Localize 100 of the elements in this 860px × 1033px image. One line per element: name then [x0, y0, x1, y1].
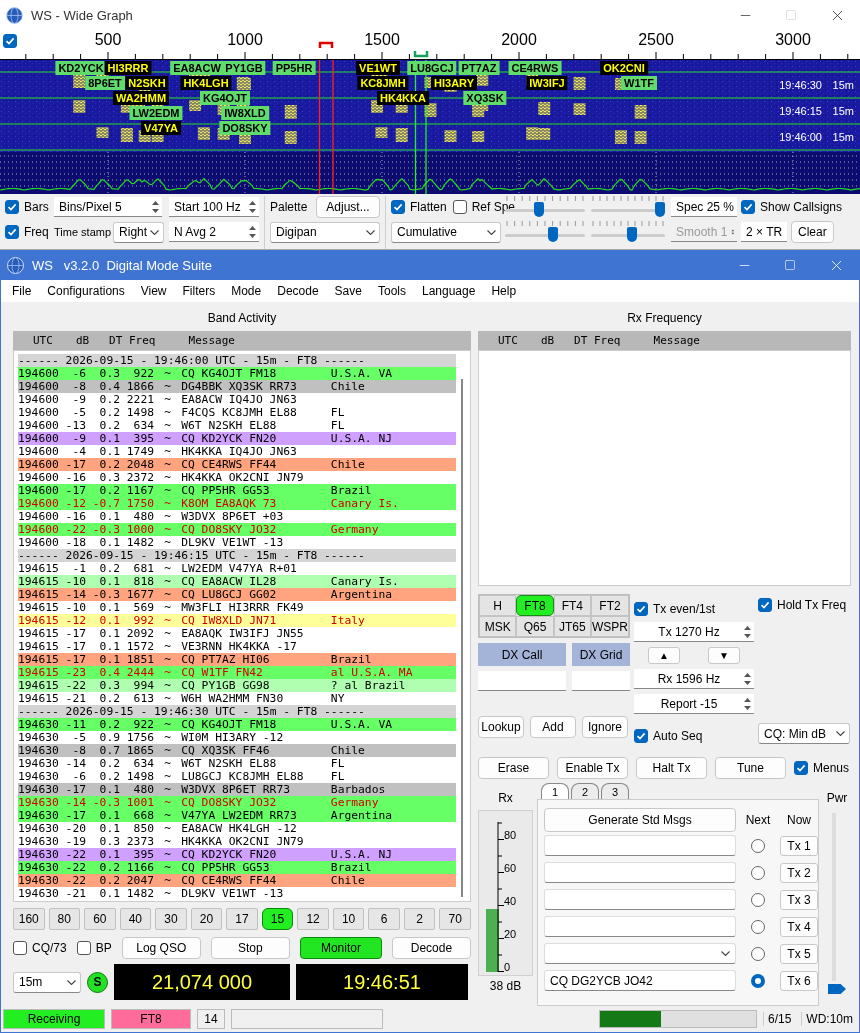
message-tab[interactable]: 3	[601, 783, 629, 799]
checkbox[interactable]	[634, 602, 648, 616]
band-button[interactable]: 6	[368, 908, 400, 930]
band-button[interactable]: 20	[190, 908, 223, 930]
dx-call-field[interactable]	[478, 671, 566, 691]
dx-grid-field[interactable]	[572, 671, 630, 691]
spin-arrows-icon[interactable]	[743, 695, 752, 712]
checkbox[interactable]	[391, 200, 405, 214]
mode-button[interactable]: JT65	[553, 616, 591, 637]
action-button[interactable]: Halt Tx	[636, 757, 707, 779]
tx-frequency-marker[interactable]	[318, 41, 334, 194]
radio-button[interactable]	[751, 973, 765, 988]
decode-row[interactable]: 194630 -11 0.2 922 ~ CQ KG4OJT FM18 U.S.A. VA	[18, 718, 456, 731]
scrollbar[interactable]	[461, 379, 463, 897]
action-button[interactable]: Erase	[478, 757, 549, 779]
tx-button[interactable]: Tx 3	[780, 889, 818, 910]
action-button[interactable]: Tune	[715, 757, 786, 779]
decode-row[interactable]: 194615 -22 0.3 994 ~ CQ PY1GB GG98 ? al Brazil	[18, 679, 456, 692]
lookup-button[interactable]: Lookup	[478, 716, 524, 738]
message-field[interactable]	[544, 916, 736, 937]
spin-arrows-icon[interactable]	[248, 223, 257, 240]
mode-button[interactable]: FT8	[516, 595, 554, 616]
band-button[interactable]: 30	[155, 908, 187, 930]
log-qso-button[interactable]: Log QSO	[121, 936, 201, 959]
n-avg-spinbox[interactable]: N Avg 2	[169, 222, 259, 242]
rx-frequency-spinbox[interactable]: Rx 1596 Hz	[634, 669, 754, 689]
radio-button[interactable]	[751, 946, 765, 961]
slider-thumb[interactable]	[654, 202, 665, 217]
tr-periods-spinbox[interactable]: 2 × TR	[741, 222, 787, 242]
adjust-button[interactable]: Adjust...	[316, 196, 380, 218]
decode-row[interactable]: 194600 -17 0.2 2048 ~ CQ CE4RWS FF44 Chile	[18, 458, 456, 471]
clear-button[interactable]: Clear	[791, 221, 834, 243]
monitor-button[interactable]: Monitor	[299, 936, 382, 959]
checkbox[interactable]	[76, 940, 91, 955]
checkbox[interactable]	[5, 225, 19, 239]
decode-row[interactable]: 194630 -14 -0.3 1001 ~ CQ DO8SKY JO32 Germany	[18, 796, 456, 809]
menu-item[interactable]: Save	[326, 284, 370, 298]
mode-button[interactable]: H	[479, 595, 517, 616]
message-field[interactable]: CQ DG2YCB JO42	[544, 970, 736, 991]
mode-button[interactable]: WSPR	[591, 616, 629, 637]
decode-row[interactable]: 194600 -8 0.4 1866 ~ DG4BBK XQ3SK RR73 Chile	[18, 380, 456, 393]
band-button[interactable]: 80	[48, 908, 81, 930]
spin-arrows-icon[interactable]	[743, 670, 752, 687]
spec-spinbox[interactable]: Spec 25 %	[671, 197, 737, 217]
start-frequency-spinbox[interactable]: Start 100 Hz	[169, 197, 259, 217]
decode-row[interactable]: 194600 -12 -0.7 1750 ~ K8OM EA8AQK 73 Canary Is.	[18, 497, 456, 510]
tx-button[interactable]: Tx 5	[780, 943, 818, 964]
checkbox[interactable]	[794, 761, 808, 775]
power-slider-thumb[interactable]	[828, 984, 846, 994]
action-button[interactable]: Enable Tx	[557, 757, 628, 779]
bins-per-pixel-spinbox[interactable]: Bins/Pixel 5	[54, 197, 162, 217]
decode-row[interactable]: 194615 -12 0.1 992 ~ CQ IW8XLD JN71 Italy	[18, 614, 456, 627]
down-button[interactable]: ▼	[708, 647, 740, 664]
decode-row[interactable]: 194615 -17 0.1 1851 ~ CQ PT7AZ HI06 Brazil	[18, 653, 456, 666]
decode-row[interactable]: 194630 -8 0.7 1865 ~ CQ XQ3SK FF46 Chile	[18, 744, 456, 757]
message-dropdown[interactable]	[544, 943, 736, 964]
slider-thumb[interactable]	[533, 202, 544, 217]
menu-item[interactable]: Help	[483, 284, 525, 298]
decode-row[interactable]: 194600 -6 0.3 922 ~ CQ KG4OJT FM18 U.S.A. VA	[18, 367, 456, 380]
checkbox[interactable]	[5, 200, 19, 214]
decode-row[interactable]: 194600 -9 0.1 395 ~ CQ KD2YCK FN20 U.S.A. NJ	[18, 432, 456, 445]
band-button[interactable]: 15	[261, 908, 294, 930]
mode-button[interactable]: MSK	[479, 616, 517, 637]
decode-row[interactable]: 194630 -17 0.1 668 ~ V47YA LW2EDM RR73 Argentina	[18, 809, 456, 822]
decode-row[interactable]: 194630 -22 0.2 1166 ~ CQ PP5HR GG53 Brazil	[18, 861, 456, 874]
message-tab[interactable]: 2	[571, 783, 599, 799]
spin-arrows-icon[interactable]	[248, 198, 257, 215]
generate-messages-button[interactable]: Generate Std Msgs	[544, 808, 736, 832]
decode-row[interactable]: 194630 -17 0.1 480 ~ W3DVX 8P6ET RR73 Barbados	[18, 783, 456, 796]
decode-row[interactable]: 194615 -23 0.4 2444 ~ CQ W1TF FN42 al U.S.A. MA	[18, 666, 456, 679]
cq-dropdown[interactable]: CQ: Min dB	[758, 723, 850, 744]
message-field[interactable]	[544, 889, 736, 910]
message-field[interactable]	[544, 835, 736, 856]
radio-button[interactable]	[751, 919, 765, 934]
radio-button[interactable]	[751, 838, 765, 853]
mode-button[interactable]: FT2	[591, 595, 629, 616]
tx-button[interactable]: Tx 1	[780, 835, 818, 856]
checkbox[interactable]	[13, 940, 27, 955]
band-button[interactable]: 60	[84, 908, 116, 930]
checkbox[interactable]	[741, 200, 755, 214]
menu-item[interactable]: Language	[414, 284, 484, 298]
mode-button[interactable]: FT4	[553, 595, 591, 616]
menu-item[interactable]: View	[132, 284, 175, 298]
palette-dropdown[interactable]: Digipan	[270, 221, 380, 243]
menu-item[interactable]: Decode	[269, 284, 327, 298]
tx-frequency-spinbox[interactable]: Tx 1270 Hz	[634, 622, 754, 642]
menu-item[interactable]: Tools	[369, 284, 414, 298]
decode-row[interactable]: 194600 -22 -0.3 1000 ~ CQ DO8SKY JO32 Germany	[18, 523, 456, 536]
spin-arrows-icon[interactable]	[151, 198, 160, 215]
checkbox[interactable]	[634, 729, 648, 743]
decode-row[interactable]: 194630 -22 0.2 2047 ~ CQ CE4RWS FF44 Chile	[18, 874, 456, 887]
checkbox[interactable]	[3, 34, 17, 48]
menu-item[interactable]: Configurations	[39, 284, 133, 298]
checkbox[interactable]	[452, 200, 467, 214]
slider-thumb[interactable]	[626, 227, 637, 242]
slider-thumb[interactable]	[548, 227, 558, 242]
stop-button[interactable]: Stop	[210, 936, 290, 959]
decode-row[interactable]: 194615 -14 -0.3 1677 ~ CQ LU8GCJ GG02 Argentina	[18, 588, 456, 601]
checkbox[interactable]	[758, 598, 772, 612]
radio-button[interactable]	[751, 865, 765, 880]
